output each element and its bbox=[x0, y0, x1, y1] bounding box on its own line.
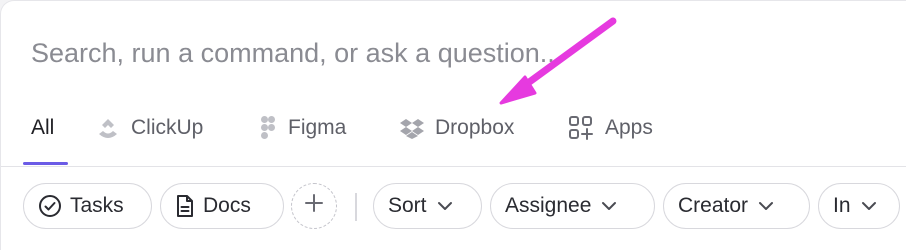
tasks-filter-button[interactable]: Tasks bbox=[23, 183, 152, 229]
creator-label: Creator bbox=[678, 194, 749, 217]
chevron-down-icon bbox=[758, 201, 774, 211]
chevron-down-icon bbox=[861, 201, 877, 211]
tab-label: Apps bbox=[605, 116, 653, 139]
clickup-logo-icon bbox=[96, 115, 120, 141]
tab-apps[interactable]: Apps bbox=[568, 113, 653, 143]
tab-label: Figma bbox=[288, 116, 347, 139]
active-tab-indicator bbox=[23, 162, 68, 165]
search-input[interactable] bbox=[31, 37, 731, 69]
plus-icon bbox=[304, 193, 324, 219]
tab-label: Dropbox bbox=[435, 116, 515, 139]
tab-label: ClickUp bbox=[131, 116, 204, 139]
sort-dropdown[interactable]: Sort bbox=[373, 183, 482, 229]
in-label: In bbox=[833, 194, 851, 217]
filter-divider bbox=[355, 193, 357, 221]
tab-dropbox[interactable]: Dropbox bbox=[400, 113, 514, 143]
sort-label: Sort bbox=[388, 194, 427, 217]
document-icon bbox=[175, 194, 195, 218]
tab-all[interactable]: All bbox=[31, 113, 54, 143]
tab-clickup[interactable]: ClickUp bbox=[96, 113, 203, 143]
filter-bar: Tasks Docs Sort Assignee Creator In bbox=[1, 181, 906, 233]
apps-grid-plus-icon bbox=[568, 115, 594, 141]
chevron-down-icon bbox=[601, 201, 617, 211]
assignee-label: Assignee bbox=[505, 194, 592, 217]
tasks-label: Tasks bbox=[70, 194, 124, 217]
search-bar bbox=[31, 29, 731, 77]
in-location-dropdown[interactable]: In bbox=[818, 183, 900, 229]
chevron-down-icon bbox=[437, 201, 453, 211]
creator-dropdown[interactable]: Creator bbox=[663, 183, 810, 229]
command-palette: All ClickUp Figma bbox=[0, 0, 906, 250]
add-filter-button[interactable] bbox=[291, 183, 337, 229]
dropbox-logo-icon bbox=[400, 117, 424, 139]
docs-label: Docs bbox=[203, 194, 251, 217]
source-tabs: All ClickUp Figma Dropbox Apps bbox=[1, 101, 906, 167]
tab-figma[interactable]: Figma bbox=[259, 113, 346, 143]
check-circle-icon bbox=[38, 194, 62, 218]
docs-filter-button[interactable]: Docs bbox=[160, 183, 284, 229]
tab-label: All bbox=[31, 116, 55, 139]
assignee-dropdown[interactable]: Assignee bbox=[490, 183, 655, 229]
figma-logo-icon bbox=[259, 115, 277, 141]
